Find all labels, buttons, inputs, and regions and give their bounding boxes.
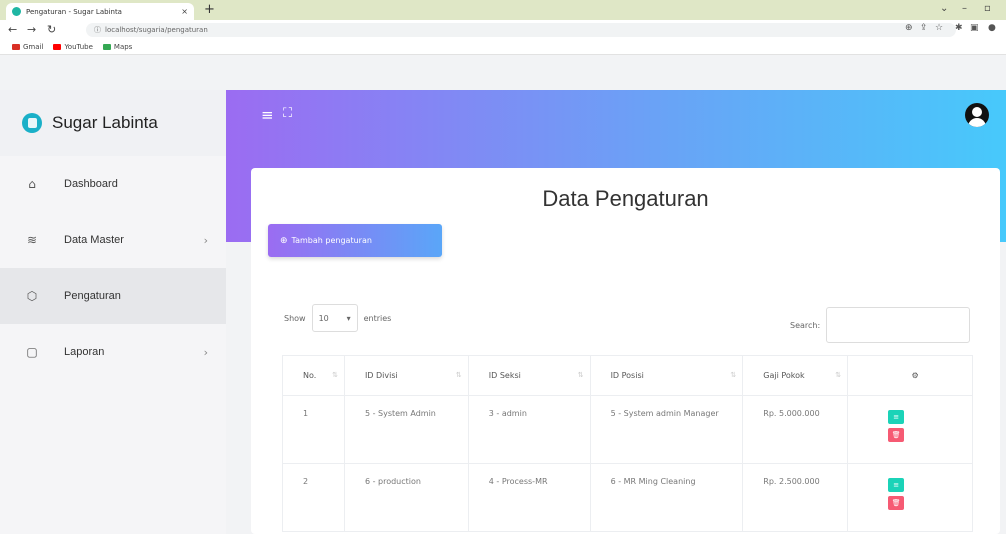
maximize-icon[interactable]: ▫ [984,3,991,14]
box-icon: ⬡ [26,289,38,303]
browser-tab-bar: Pengaturan - Sugar Labinta × + ⌄ – ▫ [0,0,1006,20]
layers-icon: ≋ [26,233,38,247]
file-icon: ▢ [26,345,38,359]
cell-id-seksi: 3 - admin [467,395,591,464]
maps-icon [102,43,111,50]
entries-select[interactable]: 10 ▾ [311,304,358,332]
show-label: Show [284,313,306,323]
page-title: Data Pengaturan [542,186,709,211]
tab-title: Pengaturan - Sugar Labinta [26,7,122,16]
cell-gaji-pokok: Rp. 5.000.000 [742,395,849,464]
url-text: localhost/sugaria/pengaturan [105,26,208,34]
add-pengaturan-button[interactable]: ⊕ Tambah pengaturan [268,224,442,257]
plus-circle-icon: ⊕ [280,235,288,246]
site-info-icon[interactable]: ⓘ [94,25,101,35]
sort-icon: ⇅ [577,371,584,379]
cell-id-seksi: 4 - Process-MR [467,463,591,532]
sort-icon: ⇅ [835,371,842,379]
edit-icon: ≡ [893,481,900,489]
sidepanel-icon[interactable]: ▣ [970,23,979,33]
sidebar-item-label: Pengaturan [64,290,121,302]
edit-icon: ≡ [893,413,900,421]
delete-button[interactable]: 🗑 [888,496,905,510]
sidebar-item-label: Data Master [64,234,124,246]
brand-name: Sugar Labinta [52,113,158,132]
trash-icon: 🗑 [891,499,901,507]
cell-no: 1 [282,395,345,464]
extensions-icon[interactable]: ✱ [955,23,963,33]
profile-icon[interactable]: ● [988,23,996,33]
cell-no: 2 [282,463,345,532]
cell-id-divisi: 6 - production [343,463,469,532]
table-search: Search: [790,307,971,343]
sidebar-item-data-master[interactable]: ≋ Data Master › [0,212,226,268]
edit-button[interactable]: ≡ [888,410,905,424]
pengaturan-table: No. ⇅ ID Divisi ⇅ ID Seksi ⇅ ID Posisi ⇅ Gaj… [282,355,973,532]
address-bar-row: ← → ↻ ⓘ localhost/sugaria/pengaturan ⊕ ⇪… [0,20,1006,39]
browser-tab[interactable]: Pengaturan - Sugar Labinta × [6,3,194,20]
chevron-right-icon: › [203,233,208,247]
cell-id-posisi: 6 - MR Ming Cleaning [589,463,744,532]
trash-icon: 🗑 [891,431,901,439]
sort-icon: ⇅ [730,371,737,379]
gear-icon: ⚙ [911,371,919,380]
search-label: Search: [790,320,821,330]
column-header-id-divisi[interactable]: ID Divisi ⇅ [343,355,469,396]
cell-actions: ≡ 🗑 [847,463,973,532]
sidebar-item-dashboard[interactable]: ⌂ Dashboard [0,156,226,212]
forward-icon[interactable]: → [27,22,36,37]
column-header-gaji-pokok[interactable]: Gaji Pokok ⇅ [742,355,849,396]
table-header-row: No. ⇅ ID Divisi ⇅ ID Seksi ⇅ ID Posisi ⇅ Gaj… [282,355,973,396]
menu-icon[interactable]: ≡ [261,106,274,124]
bookmark-maps[interactable]: Maps [102,43,132,51]
cell-actions: ≡ 🗑 [847,395,973,464]
sidebar-item-label: Dashboard [64,178,118,190]
tab-close-icon[interactable]: × [181,7,188,16]
sidebar-item-label: Laporan [64,346,105,358]
back-icon[interactable]: ← [8,22,17,37]
fullscreen-icon[interactable]: ⛶ [283,106,292,121]
zoom-icon[interactable]: ⊕ [905,23,913,33]
sidebar-brand[interactable]: Sugar Labinta [0,90,226,156]
new-tab-button[interactable]: + [204,2,215,18]
table-row: 1 5 - System Admin 3 - admin 5 - System … [282,395,973,464]
cell-id-divisi: 5 - System Admin [343,395,469,464]
sort-icon: ⇅ [332,371,338,379]
minimize-icon[interactable]: – [962,3,967,14]
bookmark-star-icon[interactable]: ☆ [935,23,943,33]
column-header-no[interactable]: No. ⇅ [282,355,345,396]
cell-gaji-pokok: Rp. 2.500.000 [742,463,849,532]
add-button-label: Tambah pengaturan [291,236,372,245]
column-header-id-seksi[interactable]: ID Seksi ⇅ [467,355,591,396]
bookmark-youtube[interactable]: YouTube [53,43,93,51]
column-header-actions[interactable]: ⚙ [847,355,973,396]
reload-icon[interactable]: ↻ [47,22,56,37]
search-input[interactable] [826,307,971,343]
chevron-right-icon: › [203,345,208,359]
sidebar-item-pengaturan[interactable]: ⬡ Pengaturan [0,268,226,324]
entries-length-control: Show 10 ▾ entries [284,304,391,332]
bookmarks-bar: Gmail YouTube Maps [0,39,1006,55]
url-field[interactable]: ⓘ localhost/sugaria/pengaturan [86,23,956,37]
cell-id-posisi: 5 - System admin Manager [589,395,744,464]
youtube-icon [53,43,62,50]
gmail-icon [12,43,20,50]
caret-down-icon: ▾ [346,313,351,323]
entries-value: 10 [318,313,329,323]
column-header-id-posisi[interactable]: ID Posisi ⇅ [589,355,744,396]
share-icon[interactable]: ⇪ [920,23,928,33]
bookmark-gmail[interactable]: Gmail [12,43,43,51]
edit-button[interactable]: ≡ [888,478,905,492]
entries-label: entries [363,313,392,323]
user-avatar-icon[interactable] [965,103,989,127]
sidebar-item-laporan[interactable]: ▢ Laporan › [0,324,226,380]
sort-icon: ⇅ [455,371,462,379]
home-icon: ⌂ [28,177,36,191]
favicon-icon [12,7,21,16]
brand-logo-icon [22,113,42,133]
tab-search-icon[interactable]: ⌄ [940,3,948,14]
table-row: 2 6 - production 4 - Process-MR 6 - MR M… [282,463,973,532]
delete-button[interactable]: 🗑 [888,428,905,442]
